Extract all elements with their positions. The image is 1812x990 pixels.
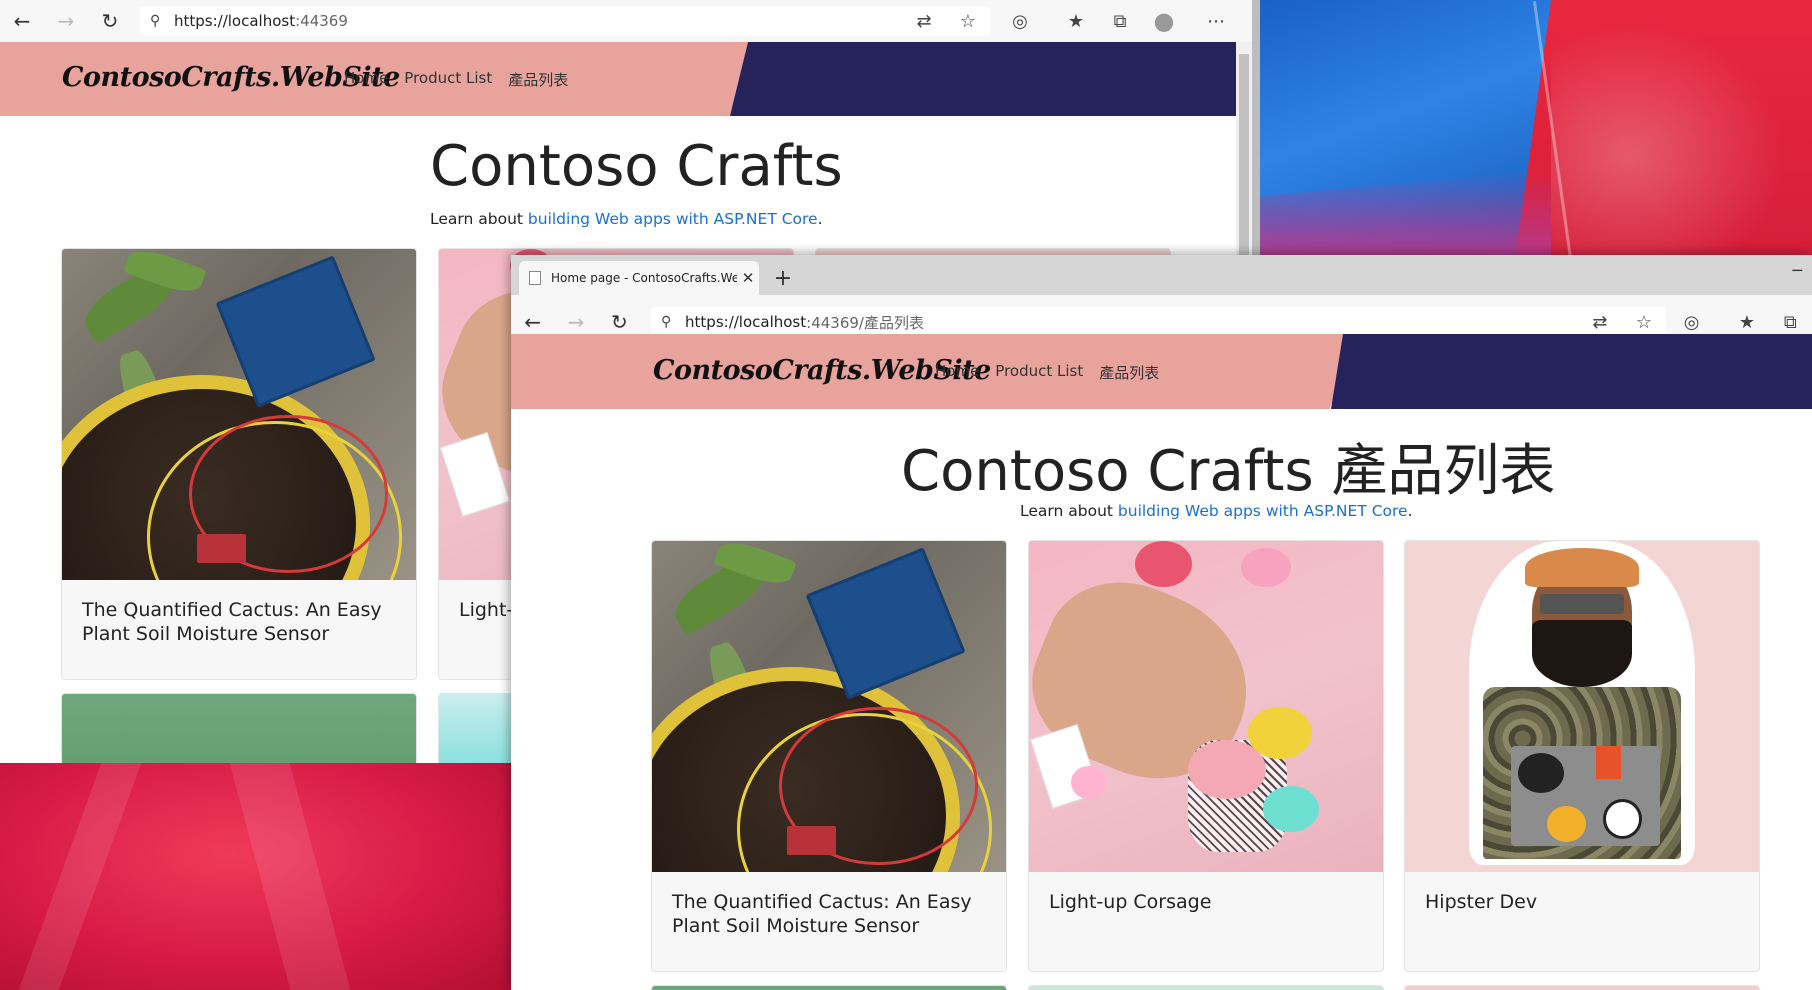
nav-product-list-chinese[interactable]: 產品列表: [508, 69, 568, 90]
url-host: https://localhost: [685, 313, 807, 331]
product-card[interactable]: [1404, 985, 1760, 990]
refresh-icon[interactable]: ↻: [88, 0, 132, 42]
favorite-star-icon[interactable]: ☆: [1622, 312, 1666, 333]
url-host: https://localhost: [174, 12, 296, 30]
product-title: Hipster Dev: [1425, 891, 1538, 913]
desktop-background-red-fabric: [0, 763, 511, 990]
lead-prefix: Learn about: [1020, 502, 1118, 520]
lead-text: Learn about building Web apps with ASP.N…: [1020, 502, 1413, 520]
lead-prefix: Learn about: [430, 210, 528, 228]
aspnet-link[interactable]: building Web apps with ASP.NET Core: [1118, 502, 1408, 520]
tab-title: Home page - ContosoCrafts.WebSite: [551, 271, 737, 285]
product-title: The Quantified Cactus: An Easy Plant Soi…: [672, 891, 972, 937]
close-icon[interactable]: ✕: [737, 269, 759, 287]
new-tab-button[interactable]: +: [766, 261, 800, 295]
product-image: [62, 694, 416, 763]
product-card[interactable]: [1028, 985, 1384, 990]
product-card[interactable]: The Quantified Cactus: An Easy Plant Soi…: [61, 248, 417, 680]
reading-mode-icon[interactable]: ◎: [1670, 312, 1713, 333]
product-image: [652, 986, 1006, 990]
product-card[interactable]: The Quantified Cactus: An Easy Plant Soi…: [651, 540, 1007, 972]
product-card[interactable]: Light-up Corsage: [1028, 540, 1384, 972]
minimize-icon[interactable]: ─: [1792, 261, 1802, 280]
lead-text: Learn about building Web apps with ASP.N…: [430, 210, 823, 228]
collections-icon[interactable]: ⧉: [1769, 312, 1812, 333]
lock-icon: ⚲: [661, 314, 672, 330]
back-icon[interactable]: ←: [0, 0, 44, 42]
site-navbar: ContosoCrafts.WebSite Home Product List …: [511, 334, 1812, 409]
profile-avatar[interactable]: ●: [1142, 7, 1186, 35]
product-title: Light-up Corsage: [1049, 891, 1212, 913]
desktop-background-umbrella: [1251, 0, 1812, 260]
nav-product-list[interactable]: Product List: [404, 69, 492, 90]
page-icon: [529, 271, 541, 285]
tab-home-page[interactable]: Home page - ContosoCrafts.WebSite ✕: [519, 261, 759, 295]
nav-product-list-chinese[interactable]: 產品列表: [1099, 362, 1159, 383]
nav-home[interactable]: Home: [935, 362, 979, 383]
reading-mode-icon[interactable]: ◎: [998, 11, 1042, 32]
favorites-icon[interactable]: ★: [1054, 11, 1098, 32]
favorites-icon[interactable]: ★: [1725, 312, 1768, 333]
page-title: Contoso Crafts: [430, 134, 843, 199]
address-bar[interactable]: ⚲ https://localhost:44369 ⇄ ☆: [140, 6, 990, 36]
translate-icon[interactable]: ⇄: [902, 11, 946, 32]
lead-suffix: .: [1407, 502, 1413, 520]
product-card[interactable]: Hipster Dev: [1404, 540, 1760, 972]
product-image: [1029, 541, 1383, 872]
browser-window-front: Home page - ContosoCrafts.WebSite ✕ + ─ …: [511, 255, 1812, 990]
product-card[interactable]: [61, 693, 417, 763]
site-navbar: ContosoCrafts.WebSite Home Product List …: [0, 42, 1260, 116]
lock-icon: ⚲: [150, 13, 161, 29]
url-path: :44369/產品列表: [806, 313, 924, 332]
more-menu-icon[interactable]: ⋯: [1194, 11, 1238, 32]
collections-icon[interactable]: ⧉: [1098, 11, 1142, 32]
nav-product-list[interactable]: Product List: [995, 362, 1083, 383]
product-card[interactable]: [651, 985, 1007, 990]
forward-icon[interactable]: →: [44, 0, 88, 42]
aspnet-link[interactable]: building Web apps with ASP.NET Core: [528, 210, 818, 228]
favorite-star-icon[interactable]: ☆: [946, 11, 990, 32]
lead-suffix: .: [817, 210, 823, 228]
tab-strip: Home page - ContosoCrafts.WebSite ✕ + ─: [511, 255, 1812, 295]
address-bar[interactable]: ⚲ https://localhost:44369/產品列表 ⇄ ☆: [651, 307, 1666, 337]
product-image: [62, 249, 416, 580]
product-title: The Quantified Cactus: An Easy Plant Soi…: [82, 599, 382, 645]
url-port: :44369: [295, 12, 348, 30]
browser-toolbar: ← → ↻ ⚲ https://localhost:44369 ⇄ ☆ ◎ ★ …: [0, 0, 1260, 42]
translate-icon[interactable]: ⇄: [1578, 312, 1622, 333]
page-title: Contoso Crafts 產品列表: [901, 439, 1556, 504]
product-image: [1405, 986, 1759, 990]
product-image: [652, 541, 1006, 872]
nav-home[interactable]: Home: [344, 69, 388, 90]
product-image: [1405, 541, 1759, 872]
product-image: [1029, 986, 1383, 990]
